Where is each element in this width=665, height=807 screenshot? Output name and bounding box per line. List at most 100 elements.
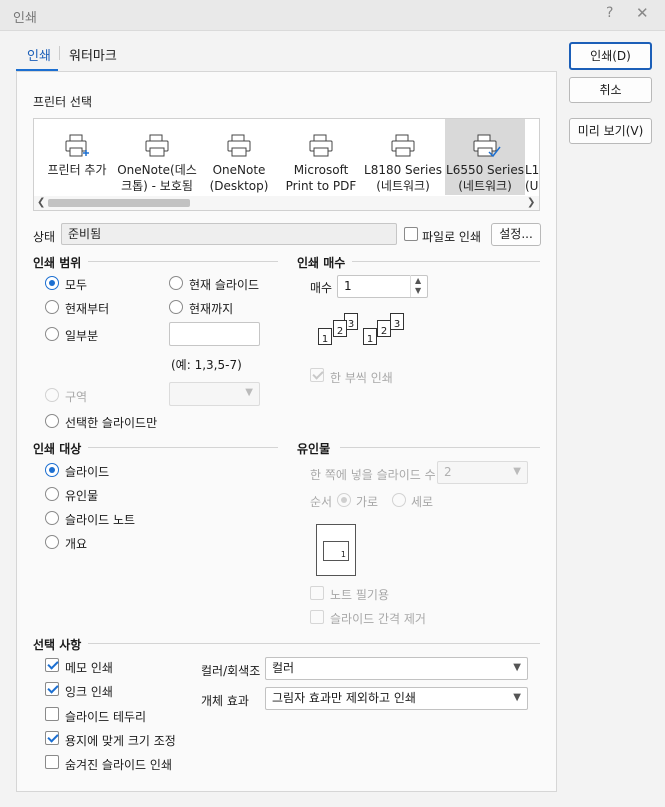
scrollbar-thumb[interactable] [48,199,190,207]
range-section-label: 구역 [65,390,88,404]
ink-print-checkbox[interactable] [45,682,59,696]
cancel-button[interactable]: 취소 [569,77,652,103]
hidden-slides-label: 숨겨진 슬라이드 인쇄 [65,758,172,772]
section-divider [88,261,278,262]
tab-print[interactable]: 인쇄 [27,45,51,64]
target-slide-radio[interactable] [45,463,59,477]
color-mode-value: 컬러 [272,661,295,675]
fit-paper-label: 용지에 맞게 크기 조정 [65,734,176,748]
printer-item-l8180[interactable]: L8180 Series (네트워크) [363,119,443,195]
collate-checkbox[interactable] [310,368,324,382]
object-effect-select[interactable]: 그림자 효과만 제외하고 인쇄 ▼ [265,687,528,710]
range-section-select[interactable]: ▼ [169,382,260,406]
printer-label: 프린터 추가 [47,163,107,177]
add-printer-icon [65,134,89,157]
printer-label: OneNote(데스 크톱) - 보호됨 [117,163,197,193]
per-page-label: 한 쪽에 넣을 슬라이드 수 [310,468,436,482]
slide-border-label: 슬라이드 테두리 [65,710,147,724]
target-handout-label: 유인물 [65,489,99,503]
range-partial-radio[interactable] [45,327,59,341]
range-section-radio[interactable] [45,388,59,402]
order-horizontal-label: 가로 [356,495,379,509]
printer-item-onenote-protected[interactable]: OneNote(데스 크톱) - 보호됨 [117,119,197,195]
range-partial-input[interactable] [169,322,260,346]
memo-print-label: 메모 인쇄 [65,661,113,675]
order-vertical-radio[interactable] [392,493,406,507]
close-icon[interactable]: ✕ [636,4,649,22]
scroll-left-icon[interactable]: ❮ [37,196,45,210]
color-mode-label: 컬러/회색조 [201,664,261,678]
target-notes-radio[interactable] [45,511,59,525]
help-icon[interactable]: ? [606,5,613,21]
printer-item-l1-partial[interactable]: L1 (U [525,119,539,195]
range-selected-slides-label: 선택한 슬라이드만 [65,416,158,430]
fit-paper-checkbox[interactable] [45,731,59,745]
page-icon: 2 [333,320,347,337]
chevron-down-icon: ▼ [513,662,521,673]
copies-stepper[interactable]: ▲ ▼ [410,275,428,297]
printer-item-onenote-desktop[interactable]: OneNote (Desktop) [199,119,279,195]
printer-icon [145,134,169,157]
printer-icon [227,134,251,157]
order-vertical-label: 세로 [411,495,434,509]
scroll-right-icon[interactable]: ❯ [527,196,535,210]
printer-item-l6550[interactable]: L6550 Series (네트워크) [445,119,525,195]
section-divider [88,643,540,644]
print-button[interactable]: 인쇄(D) [569,42,652,70]
page-icon: 2 [377,320,391,337]
range-current-slide-radio[interactable] [169,276,183,290]
stepper-up-icon[interactable]: ▲ [415,276,421,285]
note-lines-label: 노트 필기용 [330,588,390,602]
printer-item-pdf[interactable]: Microsoft Print to PDF [281,119,361,195]
printer-list-scrollbar[interactable]: ❮ ❯ [34,196,539,210]
printer-label: L6550 Series (네트워크) [446,163,524,193]
range-partial-label: 일부분 [65,329,99,343]
color-mode-select[interactable]: 컬러 ▼ [265,657,528,680]
copies-title: 인쇄 매수 [297,256,346,270]
printer-settings-button[interactable]: 설정... [491,223,541,246]
copies-label: 매수 [310,281,333,295]
object-effect-value: 그림자 효과만 제외하고 인쇄 [272,691,416,705]
printer-list[interactable]: 프린터 추가 OneNote(데스 크톱) - 보호됨 OneNote (Des… [33,118,540,211]
window-title: 인쇄 [13,11,37,26]
hidden-slides-checkbox[interactable] [45,755,59,769]
collate-label: 한 부씩 인쇄 [330,371,393,385]
handout-slide-thumb: 1 [323,541,349,561]
stepper-down-icon[interactable]: ▼ [415,286,421,295]
target-outline-radio[interactable] [45,535,59,549]
slide-border-checkbox[interactable] [45,707,59,721]
memo-print-checkbox[interactable] [45,658,59,672]
section-divider [352,261,540,262]
range-example-hint: (예: 1,3,5-7) [171,358,242,372]
section-divider [340,447,540,448]
chevron-down-icon: ▼ [513,466,521,477]
printer-item-add[interactable]: 프린터 추가 [37,119,117,195]
title-bar: 인쇄 ? ✕ [0,0,665,31]
printer-label: L8180 Series (네트워크) [364,163,442,193]
order-horizontal-radio[interactable] [337,493,351,507]
chevron-down-icon: ▼ [513,692,521,703]
order-label: 순서 [310,495,333,509]
handouts-title: 유인물 [297,442,331,456]
options-title: 선택 사항 [33,638,82,652]
print-target-title: 인쇄 대상 [33,442,82,456]
range-from-current-radio[interactable] [45,300,59,314]
range-selected-slides-radio[interactable] [45,414,59,428]
remove-gap-checkbox[interactable] [310,610,324,624]
note-lines-checkbox[interactable] [310,586,324,600]
page-icon: 3 [390,313,404,330]
tab-watermark[interactable]: 워터마크 [69,45,117,64]
ink-print-label: 잉크 인쇄 [65,685,113,699]
status-label: 상태 [33,230,56,244]
range-to-current-radio[interactable] [169,300,183,314]
per-page-select[interactable]: 2 ▼ [437,461,528,484]
preview-button[interactable]: 미리 보기(V) [569,118,652,144]
print-to-file-label: 파일로 인쇄 [422,230,482,244]
page-icon: 1 [318,328,332,345]
target-handout-radio[interactable] [45,487,59,501]
print-to-file-checkbox[interactable] [404,227,418,241]
printer-select-label: 프린터 선택 [33,95,93,109]
range-current-slide-label: 현재 슬라이드 [189,278,260,292]
range-all-radio[interactable] [45,276,59,290]
section-divider [88,447,278,448]
